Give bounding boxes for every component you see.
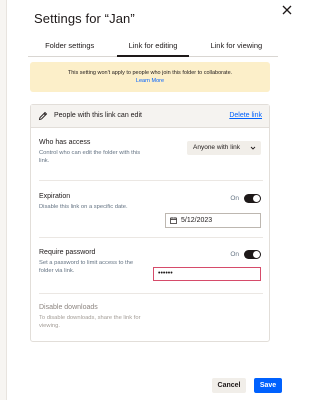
disable-downloads-title: Disable downloads	[39, 304, 98, 311]
background-page-edge	[0, 0, 7, 400]
pencil-icon	[38, 111, 48, 121]
require-password-desc: Set a password to limit access to the fo…	[39, 260, 134, 274]
require-password-row: Require password Set a password to limit…	[39, 249, 265, 281]
password-toggle-label: On	[230, 250, 239, 258]
access-dropdown[interactable]: Anyone with link	[187, 141, 261, 155]
panel-header-label: People with this link can edit	[54, 112, 142, 119]
delete-link[interactable]: Delete link	[229, 112, 262, 119]
expiration-date-value: 5/12/2023	[181, 217, 213, 224]
divider	[39, 237, 263, 238]
disable-downloads-desc: To disable downloads, share the link for…	[39, 315, 141, 329]
tab-link-for-viewing[interactable]: Link for viewing	[195, 36, 278, 56]
notice-text: This setting won't apply to people who j…	[67, 70, 233, 76]
divider	[39, 180, 263, 181]
chevron-down-icon	[250, 146, 256, 150]
learn-more-link[interactable]: Learn More	[30, 77, 270, 85]
notice-banner: This setting won't apply to people who j…	[30, 62, 270, 92]
password-toggle-wrap: On	[230, 249, 261, 259]
close-icon[interactable]	[281, 4, 293, 16]
disable-downloads-row: Disable downloads To disable downloads, …	[39, 304, 265, 330]
tab-folder-settings[interactable]: Folder settings	[28, 36, 111, 56]
password-toggle[interactable]	[244, 249, 261, 259]
expiration-row: Expiration Disable this link on a specif…	[39, 193, 265, 228]
who-has-access-row: Who has access Control who can edit the …	[39, 139, 265, 165]
expiration-toggle-label: On	[230, 194, 239, 202]
tab-link-for-editing[interactable]: Link for editing	[111, 36, 194, 57]
divider	[39, 293, 263, 294]
link-settings-panel: People with this link can edit Delete li…	[30, 104, 270, 342]
tab-bar: Folder settings Link for editing Link fo…	[28, 36, 278, 57]
panel-header: People with this link can edit Delete li…	[31, 105, 269, 128]
who-has-access-desc: Control who can edit the folder with thi…	[39, 150, 141, 164]
expiration-toggle[interactable]	[244, 193, 261, 203]
expiration-date-field[interactable]: 5/12/2023	[165, 213, 261, 228]
access-dropdown-value: Anyone with link	[193, 144, 240, 151]
calendar-icon	[170, 217, 177, 224]
save-button[interactable]: Save	[254, 378, 282, 393]
dialog-title: Settings for “Jan”	[34, 11, 135, 26]
expiration-toggle-wrap: On	[230, 193, 261, 203]
password-input[interactable]: ••••••	[153, 267, 261, 281]
cancel-button[interactable]: Cancel	[212, 378, 246, 393]
expiration-desc: Disable this link on a specific date.	[39, 204, 128, 210]
